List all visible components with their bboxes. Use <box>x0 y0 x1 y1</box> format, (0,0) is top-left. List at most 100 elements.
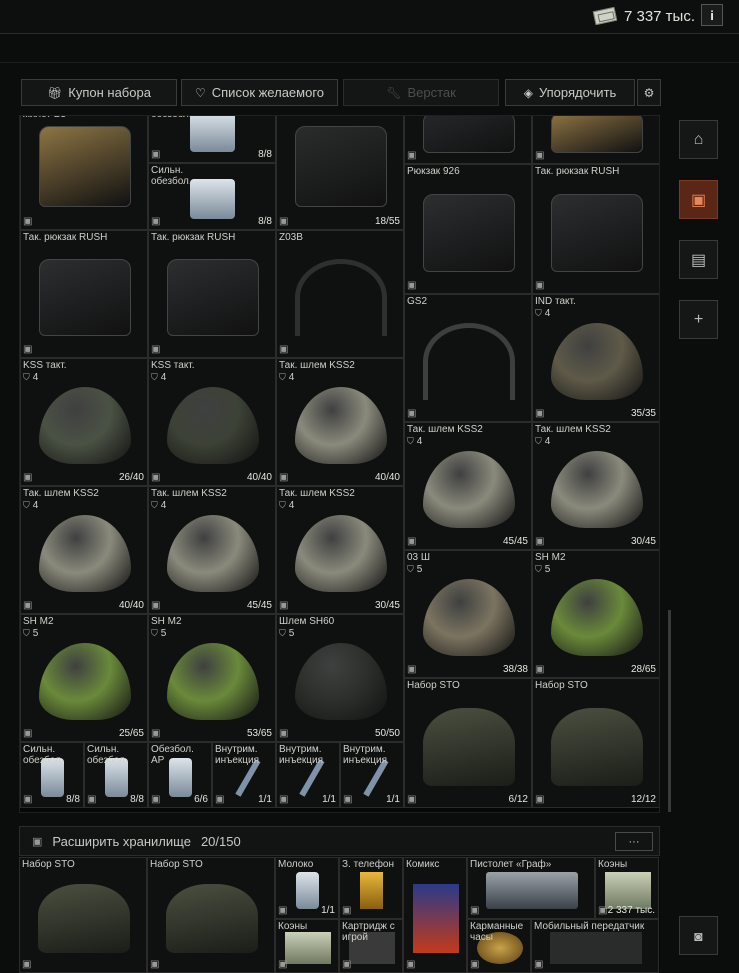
armor-class: 4 <box>23 372 39 383</box>
stash-item[interactable]: SH M25 53/65 ▣ <box>148 614 276 742</box>
stash-grid-secondary[interactable]: Набор STO ▣ Набор STO ▣ Молоко 1/1 ▣ З. телефон… <box>19 857 660 973</box>
stash-item[interactable]: IND такт.4 35/35 ▣ <box>532 294 659 422</box>
item-name: Рюкзак 926 <box>407 166 460 177</box>
stash-item[interactable]: Сильн. обезбол. 8/8 ▣ <box>20 742 84 808</box>
stash-item[interactable]: Набор STO ▣ <box>19 857 147 973</box>
helmet-image <box>166 643 260 720</box>
stash-item[interactable]: ▣ <box>532 116 659 164</box>
stash-item[interactable]: ▣ <box>404 116 532 164</box>
item-name: Внутрим. инъекция <box>343 744 388 766</box>
stash-item[interactable]: Так. шлем KSS24 45/45 ▣ <box>148 486 276 614</box>
stash-item[interactable]: GS2 ▣ <box>404 294 532 422</box>
stash-item[interactable]: Так. шлем KSS24 40/40 ▣ <box>20 486 148 614</box>
stash-item[interactable]: Обезбол. AP 6/6 ▣ <box>148 742 212 808</box>
found-in-raid-icon: ▣ <box>279 728 289 739</box>
stash-item[interactable]: Картридж с игрой ▣ <box>339 919 403 973</box>
item-name: Карманные часы <box>470 921 524 943</box>
coupon-button[interactable]: 🎁︎ Купон набора <box>21 79 177 106</box>
item-name: Коэны <box>278 921 308 932</box>
stash-item[interactable]: Так. шлем KSS24 30/45 ▣ <box>276 486 404 614</box>
stash-item[interactable]: KSS такт.4 40/40 ▣ <box>148 358 276 486</box>
stash-item[interactable]: Коэны ▣ <box>275 919 339 973</box>
expand-icon: ▣ <box>32 835 43 848</box>
stash-item[interactable]: Комикс ▣ <box>403 857 467 973</box>
profile-button[interactable]: ◙ <box>679 916 718 955</box>
stash-scrollbar[interactable] <box>668 610 671 812</box>
stash-item[interactable]: Сильн. обезбол. 8/8 ▣ <box>148 163 276 230</box>
found-in-raid-icon: ▣ <box>535 280 545 291</box>
armor-class: 4 <box>23 500 39 511</box>
item-durability: 12/12 <box>630 794 656 805</box>
stash-item[interactable]: Внутрим. инъекция 1/1 ▣ <box>212 742 276 808</box>
found-in-raid-icon: ▣ <box>535 794 545 805</box>
stash-item[interactable]: Так. рюкзак RUSH ▣ <box>148 230 276 358</box>
backpack-image <box>38 126 132 207</box>
stash-item[interactable]: KSS такт.4 26/40 ▣ <box>20 358 148 486</box>
pill-bottle-image <box>189 116 235 152</box>
stash-item[interactable]: Так. рюкзак RUSH ▣ <box>532 164 659 294</box>
item-durability: 1/1 <box>386 794 400 805</box>
found-in-raid-icon: ▣ <box>278 905 288 916</box>
stash-grid[interactable]: универс. разгруз. жилет B3▣Сильн. обезбо… <box>19 115 660 813</box>
wishlist-button[interactable]: ♡ Список желаемого <box>181 79 338 106</box>
item-durability: 6/12 <box>508 794 528 805</box>
item-durability: 35/35 <box>630 408 656 419</box>
stash-item[interactable]: Так. шлем KSS24 45/45 ▣ <box>404 422 532 550</box>
item-name: Обезбол. AP <box>151 744 194 766</box>
divider <box>0 62 739 63</box>
stash-item[interactable]: SH M25 28/65 ▣ <box>532 550 659 678</box>
found-in-raid-icon: ▣ <box>23 794 33 805</box>
stash-item[interactable]: Так. шлем KSS24 40/40 ▣ <box>276 358 404 486</box>
stash-item[interactable]: Коэны 2 337 тыс. ▣ <box>595 857 659 919</box>
armor-class: 5 <box>407 564 423 575</box>
stash-item[interactable]: Пистолет «Граф» ▣ <box>467 857 595 919</box>
stash-item[interactable]: Мобильный передатчик ▣ <box>531 919 659 973</box>
stash-item[interactable]: Набор STO 12/12 ▣ <box>532 678 659 808</box>
stash-item[interactable]: Рюкзак 926 ▣ <box>404 164 532 294</box>
stash-item[interactable]: Сильн. обезбол. 8/8 ▣ <box>148 116 276 163</box>
found-in-raid-icon: ▣ <box>23 472 33 483</box>
item-durability: 2 337 тыс. <box>607 905 655 916</box>
item-name: Так. шлем KSS2 <box>23 488 99 499</box>
profile-icon: ◙ <box>694 927 703 944</box>
sort-settings-button[interactable]: ⚙ <box>637 79 661 106</box>
stash-item[interactable]: Внутрим. инъекция 1/1 ▣ <box>276 742 340 808</box>
stash-item[interactable]: 03 Ш5 38/38 ▣ <box>404 550 532 678</box>
plus-icon: + <box>693 310 704 328</box>
found-in-raid-icon: ▣ <box>279 216 289 227</box>
sort-button[interactable]: ◈ Упорядочить <box>505 79 635 106</box>
expand-stash-bar[interactable]: ▣ Расширить хранилище 20/150 ··· <box>19 826 660 856</box>
expand-more-button[interactable]: ··· <box>615 832 653 851</box>
info-button[interactable]: i <box>701 4 723 26</box>
stash-item[interactable]: Набор STO 6/12 ▣ <box>404 678 532 808</box>
stash-item[interactable]: Z03B ▣ <box>276 230 404 358</box>
stash-item[interactable]: Внутрим. инъекция 1/1 ▣ <box>340 742 404 808</box>
workbench-button[interactable]: 🔧︎ Верстак <box>343 79 499 106</box>
item-name: Набор STO <box>407 680 460 691</box>
gift-icon: 🎁︎ <box>47 85 63 100</box>
stash-item[interactable]: SH M25 25/65 ▣ <box>20 614 148 742</box>
stash-item[interactable]: Так. шлем KSS24 30/45 ▣ <box>532 422 659 550</box>
stash-item[interactable]: З. телефон ▣ <box>339 857 403 919</box>
stash-item[interactable]: Набор STO ▣ <box>147 857 275 973</box>
stash-item[interactable]: универс. разгруз. жилет B3 ▣ <box>20 116 148 230</box>
stash-item[interactable]: Сильн. обезбол. 8/8 ▣ <box>84 742 148 808</box>
item-name: Картридж с игрой <box>342 921 395 943</box>
found-in-raid-icon: ▣ <box>23 344 33 355</box>
item-name: Внутрим. инъекция <box>215 744 260 766</box>
stash-item[interactable]: 18/55 ▣ <box>276 116 404 230</box>
armor-class: 4 <box>151 372 167 383</box>
stash-item[interactable]: Карманные часы ▣ <box>467 919 531 973</box>
sidebar-container-button[interactable]: ▤ <box>679 240 718 279</box>
found-in-raid-icon: ▣ <box>407 664 417 675</box>
item-durability: 38/38 <box>502 664 528 675</box>
found-in-raid-icon: ▣ <box>215 794 225 805</box>
helmet-image <box>38 643 132 720</box>
sidebar-stash-button[interactable]: ▣ <box>679 180 718 219</box>
stash-item[interactable]: Так. рюкзак RUSH ▣ <box>20 230 148 358</box>
stash-item[interactable]: Шлем SH605 50/50 ▣ <box>276 614 404 742</box>
found-in-raid-icon: ▣ <box>279 600 289 611</box>
stash-item[interactable]: Молоко 1/1 ▣ <box>275 857 339 919</box>
sidebar-add-button[interactable]: + <box>679 300 718 339</box>
sidebar-home-button[interactable]: ⌂ <box>679 120 718 159</box>
